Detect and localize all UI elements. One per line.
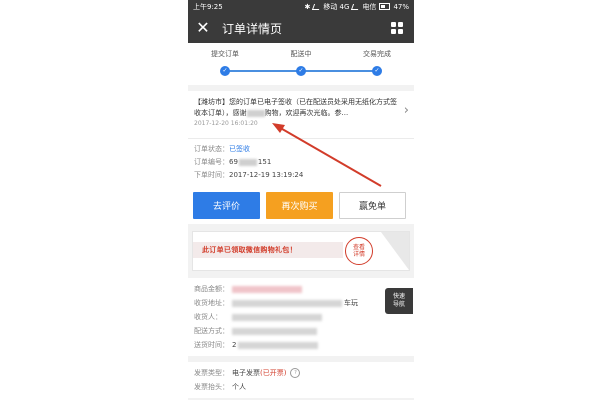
check-icon: ✓ [296,66,306,76]
rebuy-button[interactable]: 再次购买 [266,192,333,219]
order-progress: 提交订单 配送中 交易完成 ✓ ✓ ✓ [188,43,414,85]
signal-icon [312,3,322,10]
message-text-b: 购物，欢迎再次光临。参... [264,109,349,117]
chevron-right-icon: › [403,103,409,118]
status-bar: 上午9:25 ✱ 移动 4G 电信 47% [188,0,414,13]
bluetooth-icon: ✱ [304,2,311,11]
status-carrier-2: 电信 [362,2,377,11]
invoice-head-row: 发票抬头： 个人 [194,383,246,391]
title-bar: ✕ 订单详情页 [188,13,414,43]
action-buttons: 去评价 再次购买 赢免单 [188,186,414,224]
delivery-message[interactable]: 【潍坊市】您的订单已电子签收（已在配送员处采用无纸化方式签收本订单），感谢 购物，… [188,91,414,139]
invoice-section: 发票类型： 电子发票 (已开票) ? 发票抬头： 个人 [188,362,414,398]
phone-screen: 上午9:25 ✱ 移动 4G 电信 47% ✕ 订单详情页 提交订单 配送中 交… [188,0,414,400]
grid-menu-icon[interactable] [391,22,404,35]
step-label-complete: 交易完成 [363,50,391,58]
receiver-row: 收货人： [194,310,408,324]
invoice-type-row[interactable]: 发票类型： 电子发票 (已开票) ? [194,366,408,380]
redacted-text [246,109,265,117]
invoice-status: (已开票) [260,369,287,377]
order-time-row: 下单时间： 2017-12-19 13:19:24 [194,169,408,182]
amount-row: 商品金额： [194,282,408,296]
order-details: 商品金额： 收货地址： 车玩 收货人： 配送方式： 送货时间： 2 [188,278,414,356]
redacted-address [232,299,342,307]
order-status-row: 订单状态： 已签收 [194,143,408,156]
address-row: 收货地址： 车玩 [194,299,358,307]
order-time-value: 2017-12-19 13:19:24 [229,171,304,179]
close-icon[interactable]: ✕ [188,13,218,43]
help-icon[interactable]: ? [290,368,301,378]
signal-icon-2 [351,3,361,10]
order-status-value: 已签收 [229,145,250,153]
redacted-number [238,158,257,166]
check-icon: ✓ [372,66,382,76]
review-button[interactable]: 去评价 [193,192,260,219]
status-carrier-1: 移动 4G [323,2,350,11]
redacted-amount [232,285,302,293]
step-label-submit: 提交订单 [211,50,239,58]
quick-nav-button[interactable]: 快速 导航 [385,288,413,314]
banner-corner [381,232,409,270]
battery-percent: 47% [393,2,409,11]
message-time: 2017-12-20 16:01:20 [194,120,258,127]
battery-icon [379,3,391,10]
status-time: 上午9:25 [193,2,223,11]
free-order-button[interactable]: 赢免单 [339,192,406,219]
check-icon: ✓ [220,66,230,76]
view-details-stamp[interactable]: 查看 详情 [345,237,373,265]
redacted-receiver [232,313,322,321]
delivery-time-row: 送货时间： 2 [194,338,408,352]
order-info: 订单状态： 已签收 订单编号： 69 151 下单时间： 2017-12-19 1… [188,139,414,186]
order-number-row: 订单编号： 69 151 [194,158,272,166]
delivery-method-row: 配送方式： [194,324,408,338]
step-label-delivering: 配送中 [290,50,312,58]
page-title: 订单详情页 [222,21,283,36]
redacted-delivery-method [232,327,317,335]
gift-banner[interactable]: 此订单已领取微信购物礼包！ 查看 详情 [192,231,410,271]
banner-text: 此订单已领取微信购物礼包！ [202,246,297,254]
redacted-delivery-time [238,341,319,349]
